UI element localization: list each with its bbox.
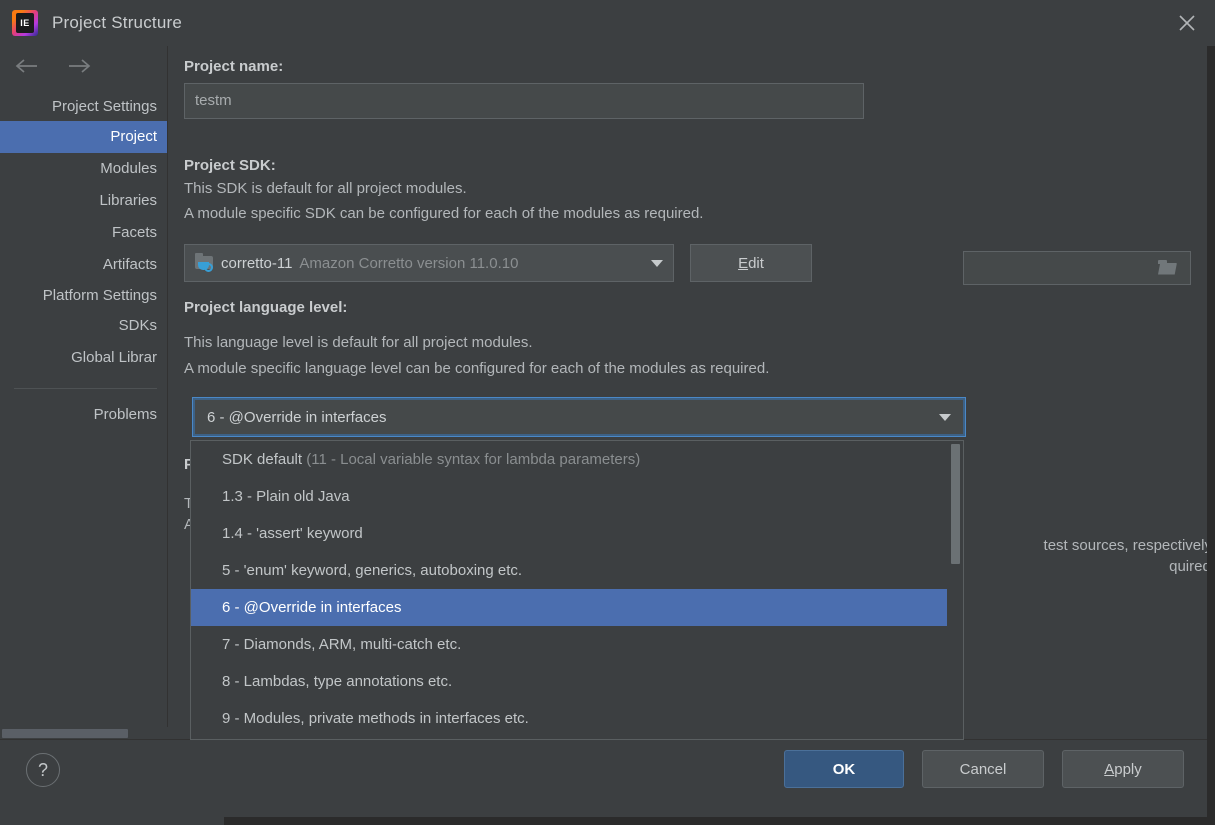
folder-browse-icon[interactable] (1158, 259, 1178, 276)
language-level-option-6[interactable]: 6 - @Override in interfaces (191, 589, 947, 626)
language-level-option-5[interactable]: 5 - 'enum' keyword, generics, autoboxing… (191, 552, 947, 589)
title-bar: IE Project Structure (0, 0, 1215, 46)
cancel-button[interactable]: Cancel (922, 750, 1044, 788)
close-icon[interactable] (1159, 0, 1215, 46)
window-right-edge (1207, 46, 1215, 817)
ok-button[interactable]: OK (784, 750, 904, 788)
language-level-options-popup: SDK default (11 - Local variable syntax … (190, 440, 964, 740)
language-level-description-line-1: This language level is default for all p… (184, 334, 533, 351)
project-name-input[interactable]: testm (184, 83, 864, 119)
sidebar-navigation (0, 46, 167, 90)
sdk-version-description: Amazon Corretto version 11.0.10 (299, 254, 519, 272)
dialog-title: Project Structure (52, 13, 183, 32)
window-bottom-edge (0, 817, 1215, 825)
sidebar-item-project[interactable]: Project (0, 121, 167, 153)
edit-sdk-button[interactable]: Edit (690, 244, 812, 282)
sidebar-horizontal-scrollbar[interactable] (0, 727, 168, 739)
apply-button[interactable]: Apply (1062, 750, 1184, 788)
popup-vertical-scrollbar[interactable] (949, 442, 962, 738)
sidebar-item-problems[interactable]: Problems (0, 399, 167, 431)
apply-button-mnemonic: A (1104, 760, 1115, 778)
edit-button-mnemonic: E (738, 254, 749, 272)
language-level-option-1-3[interactable]: 1.3 - Plain old Java (191, 478, 947, 515)
project-sdk-dropdown[interactable]: corretto-11 Amazon Corretto version 11.0… (184, 244, 674, 282)
language-level-selected-value: 6 - @Override in interfaces (207, 408, 387, 426)
edit-button-label: dit (748, 254, 764, 272)
logo-text: IE (20, 18, 30, 28)
sidebar-item-global-libraries[interactable]: Global Librar (0, 342, 167, 374)
sidebar-group-platform-settings: Platform Settings (42, 287, 157, 304)
sdk-description-line-2: A module specific SDK can be configured … (184, 205, 704, 222)
sdk-description-line-1: This SDK is default for all project modu… (184, 180, 467, 197)
compiler-output-path-input[interactable] (963, 251, 1191, 285)
project-structure-dialog: IE Project Structure Project Settings Pr… (0, 0, 1215, 825)
option-label: SDK default (222, 451, 303, 468)
language-level-option-sdk-default[interactable]: SDK default (11 - Local variable syntax … (191, 441, 947, 478)
language-level-option-list: SDK default (11 - Local variable syntax … (191, 441, 947, 739)
sidebar-item-modules[interactable]: Modules (0, 153, 167, 185)
settings-sidebar: Project Settings Project Modules Librari… (0, 46, 168, 739)
sdk-row: corretto-11 Amazon Corretto version 11.0… (184, 244, 812, 282)
sidebar-divider (14, 388, 157, 389)
project-name-label: Project name: (184, 58, 284, 75)
language-level-option-1-4[interactable]: 1.4 - 'assert' keyword (191, 515, 947, 552)
chevron-down-icon (939, 413, 951, 421)
option-note: (11 - Local variable syntax for lambda p… (302, 451, 641, 468)
chevron-down-icon (651, 259, 663, 267)
apply-button-label: pply (1114, 760, 1142, 778)
language-level-option-7[interactable]: 7 - Diamonds, ARM, multi-catch etc. (191, 626, 947, 663)
language-level-label: Project language level: (184, 299, 348, 316)
help-button[interactable]: ? (26, 753, 60, 787)
sidebar-item-facets[interactable]: Facets (0, 217, 167, 249)
sidebar-group-project-settings: Project Settings (51, 98, 157, 115)
sdk-name: corretto-11 (221, 254, 293, 272)
language-level-description-line-2: A module specific language level can be … (184, 360, 770, 377)
language-level-option-9[interactable]: 9 - Modules, private methods in interfac… (191, 700, 947, 737)
language-level-option-8[interactable]: 8 - Lambdas, type annotations etc. (191, 663, 947, 700)
arrow-right-icon[interactable] (66, 58, 92, 79)
intellij-idea-logo-icon: IE (12, 10, 38, 36)
dialog-footer: ? OK Cancel Apply (0, 739, 1215, 817)
sidebar-item-artifacts[interactable]: Artifacts (0, 249, 167, 281)
arrow-left-icon[interactable] (14, 58, 40, 79)
java-sdk-folder-icon (195, 252, 215, 272)
project-sdk-label: Project SDK: (184, 157, 276, 174)
project-language-level-dropdown[interactable]: 6 - @Override in interfaces (192, 397, 966, 437)
scrollbar-thumb[interactable] (951, 444, 960, 564)
sidebar-item-sdks[interactable]: SDKs (0, 310, 167, 342)
sidebar-item-libraries[interactable]: Libraries (0, 185, 167, 217)
scrollbar-thumb[interactable] (2, 729, 128, 738)
window-bottom-left-edge (0, 817, 224, 825)
